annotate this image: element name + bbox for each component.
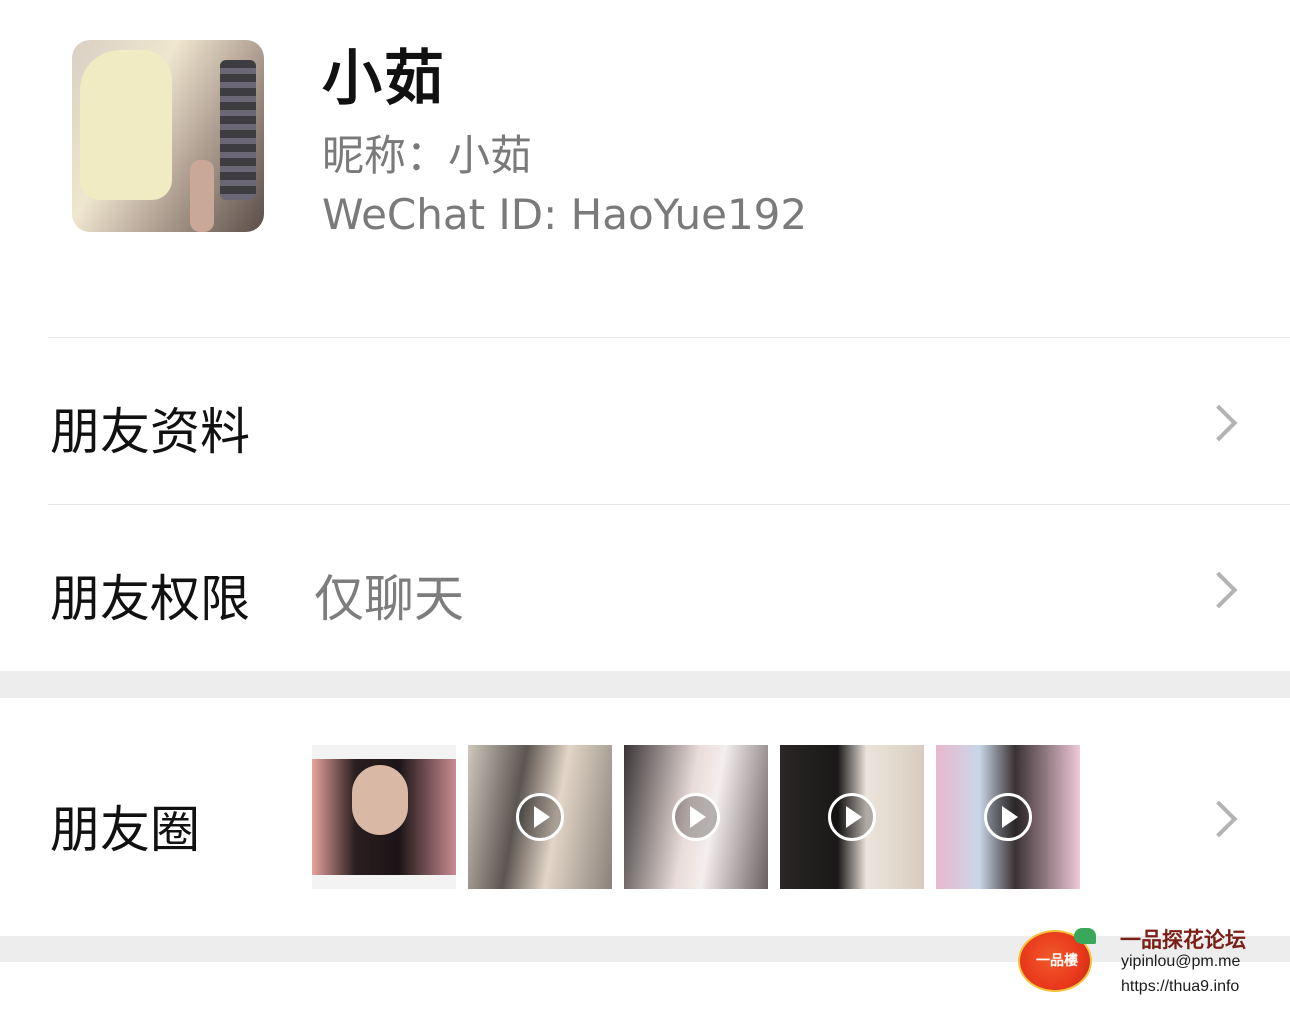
display-name: 小茹: [322, 44, 446, 114]
friend-permission-value: 仅聊天: [314, 570, 464, 628]
moment-thumbnail[interactable]: [312, 745, 456, 889]
moment-thumbnail[interactable]: [468, 745, 612, 889]
moments-thumbnails: [312, 745, 1092, 889]
chevron-right-icon: [1200, 404, 1238, 442]
wechat-id: WeChat ID: HaoYue192: [322, 190, 808, 239]
nickname: 昵称：小茹: [322, 131, 533, 180]
avatar-photo-detail: [220, 60, 256, 200]
friend-info-label: 朋友资料: [50, 403, 250, 461]
thumbnail-face: [352, 765, 408, 835]
play-icon: [984, 793, 1032, 841]
moment-thumbnail[interactable]: [624, 745, 768, 889]
chevron-right-icon: [1200, 800, 1238, 838]
thumbnail-toolbar: [312, 875, 456, 889]
watermark-logo-text: 一品樓: [1036, 953, 1078, 969]
play-icon: [516, 793, 564, 841]
friend-info-row[interactable]: 朋友资料: [0, 338, 1290, 504]
watermark-email: yipinlou@pm.me: [1121, 953, 1241, 970]
moment-thumbnail[interactable]: [780, 745, 924, 889]
avatar-photo-detail: [80, 50, 172, 200]
friend-permission-label: 朋友权限: [50, 570, 250, 628]
chevron-right-icon: [1200, 571, 1238, 609]
avatar[interactable]: [72, 40, 264, 232]
watermark-logo: 一品樓: [1018, 928, 1096, 992]
leaf-icon: [1074, 928, 1096, 944]
contact-profile-page: 小茹 昵称：小茹 WeChat ID: HaoYue192 朋友资料 朋友权限 …: [0, 0, 1290, 1014]
watermark-title: 一品探花论坛: [1120, 928, 1246, 952]
section-gap: [0, 936, 1290, 962]
avatar-photo-detail: [190, 160, 214, 232]
moment-thumbnail[interactable]: [936, 745, 1080, 889]
play-icon: [828, 793, 876, 841]
play-icon: [672, 793, 720, 841]
friend-permission-row[interactable]: 朋友权限 仅聊天: [0, 505, 1290, 671]
section-gap: [0, 671, 1290, 698]
watermark-url: https://thua9.info: [1121, 978, 1240, 995]
moments-label: 朋友圈: [50, 801, 200, 859]
thumbnail-status-bar: [312, 745, 456, 759]
